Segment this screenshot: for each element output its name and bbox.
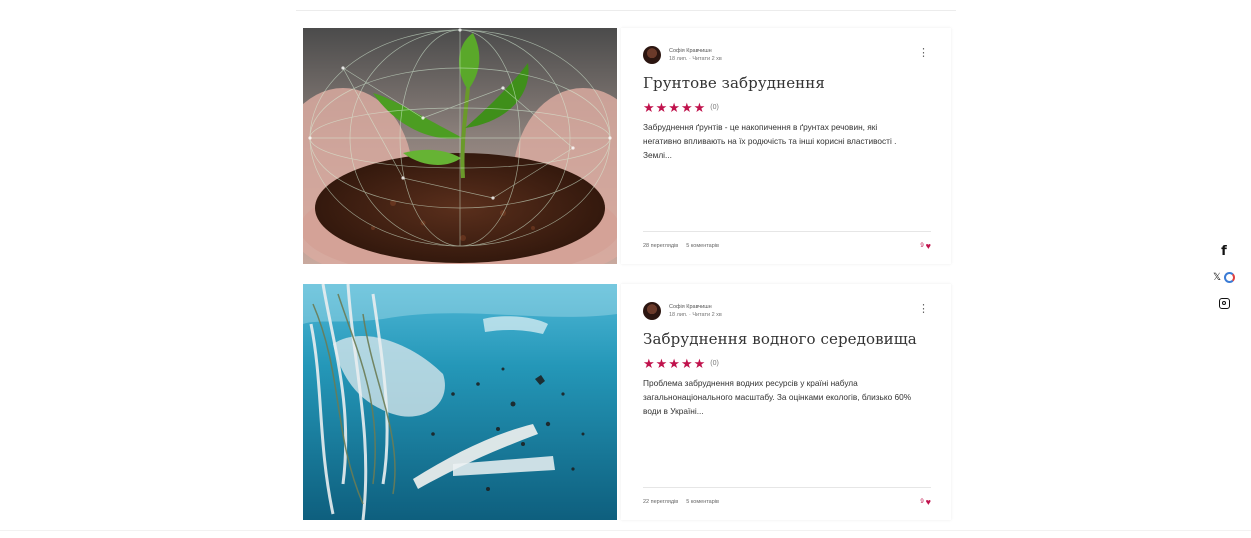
rating-count: (0) [710,103,719,111]
author-row: Софія Кравчишн 18 лип. · Читати 2 хв [643,44,933,66]
post-image-ocean[interactable] [303,284,617,520]
instagram-icon[interactable] [1218,297,1230,309]
x-share[interactable]: 𝕏 [1212,264,1236,290]
post-content: Софія Кравчишн 18 лип. · Читати 2 хв ⋮ З… [621,284,951,520]
like-button[interactable]: 9 ♥ [920,242,931,251]
like-count: 9 [920,499,924,505]
post-title[interactable]: Забруднення водного середовища [643,330,933,348]
post-content: Софія Кравчишн 18 лип. · Читати 2 хв ⋮ Г… [621,28,951,264]
divider [296,10,956,11]
avatar[interactable] [643,302,661,320]
divider [0,530,1251,531]
author-row: Софія Кравчишн 18 лип. · Читати 2 хв [643,300,933,322]
post-excerpt[interactable]: Забруднення ґрунтів - це накопичення в ґ… [643,120,913,162]
like-count: 9 [920,243,924,249]
author-name[interactable]: Софія Кравчишн [669,303,722,311]
post-card[interactable]: Софія Кравчишн 18 лип. · Читати 2 хв ⋮ Г… [303,28,951,264]
blog-page: Софія Кравчишн 18 лип. · Читати 2 хв ⋮ Г… [0,0,1251,538]
facebook-share[interactable]: f [1221,238,1227,264]
author-name[interactable]: Софія Кравчишн [669,47,722,55]
author-meta: Софія Кравчишн 18 лип. · Читати 2 хв [669,47,722,63]
rating[interactable]: ★★★★★ (0) [643,100,933,114]
post-title[interactable]: Грунтове забруднення [643,74,933,92]
star-icons[interactable]: ★★★★★ [643,357,706,370]
comment-count[interactable]: 5 коментарів [686,243,719,249]
author-meta: Софія Кравчишн 18 лип. · Читати 2 хв [669,303,722,319]
heart-icon[interactable]: ♥ [926,242,931,251]
social-share-bar: f 𝕏 [1212,238,1236,316]
post-meta: 18 лип. · Читати 2 хв [669,56,722,62]
post-footer: 28 переглядів 5 коментарів 9 ♥ [643,231,931,251]
view-count: 22 переглядів [643,499,679,505]
heart-icon[interactable]: ♥ [926,498,931,507]
comment-count[interactable]: 5 коментарів [686,499,719,505]
read-time: Читати 2 хв [692,312,722,318]
view-count: 28 переглядів [643,243,679,249]
rating-count: (0) [710,359,719,367]
instagram-share[interactable] [1218,290,1230,316]
more-actions-icon[interactable]: ⋮ [918,304,929,315]
post-date: 18 лип. [669,56,688,62]
post-card[interactable]: Софія Кравчишн 18 лип. · Читати 2 хв ⋮ З… [303,284,951,520]
post-meta: 18 лип. · Читати 2 хв [669,312,722,318]
post-image-soil[interactable] [303,28,617,264]
x-glyph: 𝕏 [1212,271,1222,283]
post-date: 18 лип. [669,312,688,318]
star-icons[interactable]: ★★★★★ [643,101,706,114]
post-excerpt[interactable]: Проблема забруднення водних ресурсів у к… [643,376,913,418]
refresh-icon[interactable] [1224,271,1236,283]
rating[interactable]: ★★★★★ (0) [643,356,933,370]
facebook-icon[interactable]: f [1221,244,1227,259]
x-icon[interactable]: 𝕏 [1212,271,1236,283]
post-footer: 22 переглядів 5 коментарів 9 ♥ [643,487,931,507]
read-time: Читати 2 хв [692,56,722,62]
more-actions-icon[interactable]: ⋮ [918,48,929,59]
avatar[interactable] [643,46,661,64]
like-button[interactable]: 9 ♥ [920,498,931,507]
